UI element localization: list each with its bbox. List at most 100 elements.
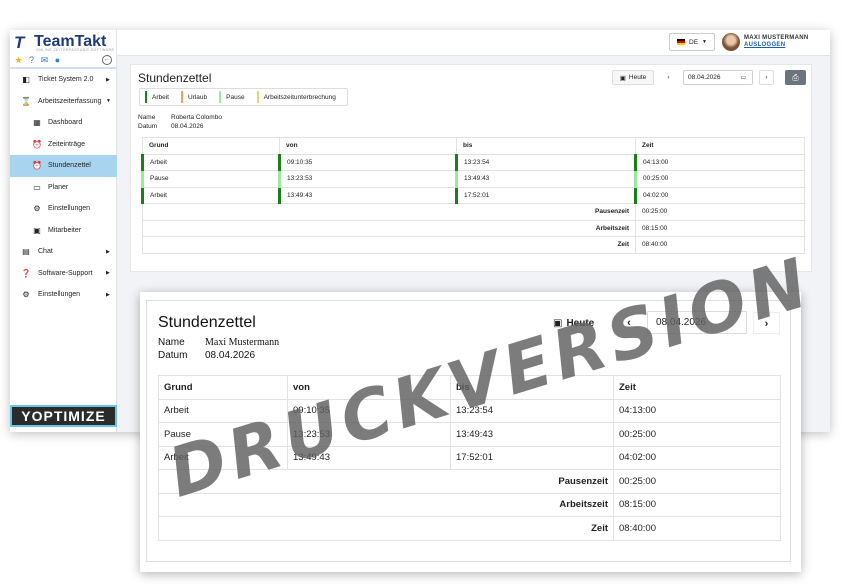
- sidebar-item-stundenzettel[interactable]: ⏰ Stundenzettel: [10, 155, 117, 177]
- alarm-clock-icon: ⏰: [32, 161, 42, 171]
- cell-zeit: 04:13:00: [634, 153, 805, 171]
- caret-right-icon: ▶: [106, 248, 110, 255]
- table-row: Arbeit 13:49:43 17:52:01 04:02:00: [141, 186, 805, 204]
- sidebar-item-label: Software-Support: [38, 269, 93, 277]
- summary-value: 08:15:00: [613, 492, 781, 517]
- legend-color-bar: [219, 91, 222, 103]
- table-header: Grund von bis Zeit: [142, 137, 805, 155]
- vendor-logo[interactable]: YOPTIMIZE: [10, 405, 117, 427]
- summary-row: Pausenzeit 00:25:00: [142, 203, 805, 221]
- summary-label: Zeit: [142, 236, 636, 254]
- person-icon: ▣: [33, 225, 41, 235]
- print-date-row: Datum 08.04.2026: [158, 350, 255, 361]
- gear-icon: ⚙: [33, 204, 41, 214]
- sidebar-item-label: Dashboard: [48, 119, 83, 127]
- print-button[interactable]: ⎙: [785, 70, 806, 85]
- name-label: Name: [138, 114, 156, 121]
- sidebar-item-label: Mitarbeiter: [48, 226, 82, 234]
- legend-item-unterbrechung: Arbeitszeitunterbrechung: [252, 88, 343, 106]
- print-date-value: 08.04.2026: [205, 350, 256, 361]
- column-header: Zeit: [613, 375, 781, 400]
- legend-item-urlaub: Urlaub: [176, 88, 214, 106]
- sidebar-item-chat[interactable]: ▤ Chat ▶: [10, 241, 117, 263]
- calendar-icon: ▣: [619, 74, 626, 82]
- cell-zeit: 04:02:00: [613, 445, 781, 470]
- cell-grund: Arbeit: [141, 153, 280, 171]
- date-value: 08.04.2026: [688, 74, 721, 81]
- chat-icon: ▤: [22, 247, 30, 257]
- summary-value: 00:25:00: [635, 203, 805, 221]
- summary-label: Arbeitszeit: [142, 219, 636, 237]
- sidebar-item-label: Chat: [38, 248, 53, 256]
- timesheet-table: Grund von bis Zeit Arbeit 09:10:35 13:23…: [141, 137, 805, 254]
- next-day-button[interactable]: ›: [759, 70, 774, 85]
- legend-color-bar: [256, 91, 259, 103]
- sidebar-nav: ◧ Ticket System 2.0 ▶ ⌛ Arbeitszeiterfas…: [10, 69, 117, 306]
- table-row: Pause 13:23:53 13:49:43 00:25:00: [141, 170, 805, 188]
- sidebar-item-dashboard[interactable]: ▦ Dashboard: [10, 112, 117, 134]
- cell-bis: 17:52:01: [455, 186, 636, 204]
- cell-bis: 17:52:01: [450, 445, 614, 470]
- sidebar-item-arbeitszeiterfassung[interactable]: ⌛ Arbeitszeiterfassung ▼: [10, 91, 117, 113]
- star-icon[interactable]: ★: [14, 55, 23, 66]
- sidebar-item-planer[interactable]: ▭ Planer: [10, 177, 117, 199]
- legend-color-bar: [180, 91, 183, 103]
- alarm-clock-icon: ⏰: [32, 139, 42, 149]
- caret-down-icon: ▼: [106, 98, 111, 105]
- sidebar-item-label: Arbeitszeiterfassung: [38, 97, 102, 105]
- calendar-icon: ▭: [33, 182, 41, 192]
- cell-bis: 13:23:54: [455, 153, 636, 171]
- sidebar-item-mitarbeiter[interactable]: ▣ Mitarbeiter: [10, 220, 117, 242]
- prev-day-button[interactable]: ‹: [661, 70, 676, 85]
- summary-row: Zeit 08:40:00: [158, 516, 781, 541]
- name-value: Roberta Colombo: [171, 114, 222, 121]
- caret-down-icon: ▼: [702, 39, 707, 45]
- cell-von: 13:23:53: [278, 170, 457, 188]
- language-select[interactable]: DE ▼: [669, 33, 715, 51]
- print-name-row: Name Maxi Mustermann: [158, 337, 279, 348]
- summary-value: 08:40:00: [613, 516, 781, 541]
- summary-row: Arbeitszeit 08:15:00: [142, 219, 805, 237]
- summary-label: Zeit: [158, 516, 614, 541]
- cell-zeit: 04:02:00: [634, 186, 805, 204]
- logout-link[interactable]: AUSLOGGEN: [744, 42, 785, 48]
- legend-label: Arbeit: [152, 93, 169, 101]
- user-icon[interactable]: ●: [53, 55, 62, 66]
- sidebar-item-label: Planer: [48, 183, 69, 191]
- cell-von: 09:10:35: [278, 153, 457, 171]
- sidebar-item-label: Zeiteinträge: [48, 140, 85, 148]
- legend-label: Urlaub: [187, 93, 208, 101]
- help-icon[interactable]: ?: [27, 55, 36, 66]
- date-input[interactable]: 08.04.2026 ▭: [683, 70, 753, 85]
- cell-von: 13:49:43: [278, 186, 457, 204]
- cell-grund: Pause: [141, 170, 280, 188]
- logo[interactable]: T TeamTakt ONLINE ZEITERFASSUNG SOFTWARE: [14, 33, 117, 54]
- date-row: Datum 08.04.2026: [138, 123, 204, 130]
- sidebar-item-label: Ticket System 2.0: [38, 76, 94, 84]
- sidebar-item-label: Stundenzettel: [48, 162, 91, 170]
- ticket-icon: ◧: [22, 75, 30, 85]
- cell-zeit: 00:25:00: [613, 422, 781, 447]
- sidebar-item-einstellungen-zeit[interactable]: ⚙ Einstellungen: [10, 198, 117, 220]
- avatar[interactable]: [722, 33, 740, 51]
- today-button[interactable]: ▣ Heute: [612, 70, 654, 85]
- sidebar-item-ticket-system[interactable]: ◧ Ticket System 2.0 ▶: [10, 69, 117, 91]
- chat-icon[interactable]: ✉: [40, 55, 49, 66]
- legend-label: Pause: [226, 93, 245, 101]
- sidebar: T TeamTakt ONLINE ZEITERFASSUNG SOFTWARE…: [10, 30, 117, 432]
- collapse-sidebar-button[interactable]: ←: [102, 55, 112, 65]
- logo-subtext: ONLINE ZEITERFASSUNG SOFTWARE: [36, 48, 115, 52]
- chevron-left-icon: ‹: [667, 74, 670, 81]
- name-row: Name Roberta Colombo: [138, 114, 222, 121]
- summary-row: Zeit 08:40:00: [142, 236, 805, 254]
- column-header: von: [279, 137, 457, 155]
- sidebar-item-einstellungen[interactable]: ⚙ Einstellungen ▶: [10, 284, 117, 306]
- cell-bis: 13:49:43: [455, 170, 636, 188]
- cell-grund: Arbeit: [141, 186, 280, 204]
- sidebar-item-software-support[interactable]: ❓ Software-Support ▶: [10, 263, 117, 285]
- sidebar-item-label: Einstellungen: [38, 291, 81, 299]
- sidebar-item-zeiteintraege[interactable]: ⏰ Zeiteinträge: [10, 134, 117, 156]
- legend-item-pause: Pause: [214, 88, 251, 106]
- print-date-label: Datum: [158, 350, 188, 361]
- topbar: DE ▼ MAXI MUSTERMANN AUSLOGGEN: [117, 30, 830, 56]
